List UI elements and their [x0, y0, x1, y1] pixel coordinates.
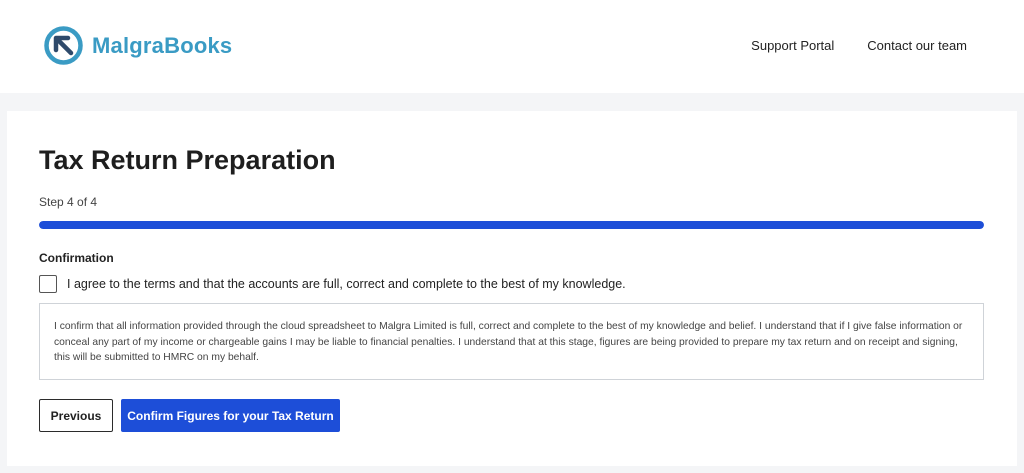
arrow-up-left-circle-icon	[44, 26, 83, 65]
progress-bar	[39, 221, 984, 229]
nav-contact-team[interactable]: Contact our team	[867, 38, 967, 54]
declaration-text: I confirm that all information provided …	[39, 303, 984, 380]
form-card: Tax Return Preparation Step 4 of 4 Confi…	[7, 111, 1017, 466]
agree-row: I agree to the terms and that the accoun…	[39, 275, 626, 293]
top-nav: Support Portal Contact our team	[718, 38, 967, 54]
page-title: Tax Return Preparation	[39, 145, 336, 175]
confirm-figures-button[interactable]: Confirm Figures for your Tax Return	[121, 399, 340, 432]
agree-label: I agree to the terms and that the accoun…	[67, 277, 626, 291]
step-indicator: Step 4 of 4	[39, 195, 98, 209]
agree-checkbox[interactable]	[39, 275, 57, 293]
brand-logo-link[interactable]: MalgraBooks	[43, 25, 232, 66]
progress-bar-fill	[39, 221, 984, 229]
confirmation-heading: Confirmation	[39, 251, 114, 265]
top-bar: MalgraBooks Support Portal Contact our t…	[0, 0, 1024, 93]
brand-name: MalgraBooks	[92, 32, 233, 58]
previous-button[interactable]: Previous	[39, 399, 113, 432]
nav-support-portal[interactable]: Support Portal	[751, 38, 834, 54]
